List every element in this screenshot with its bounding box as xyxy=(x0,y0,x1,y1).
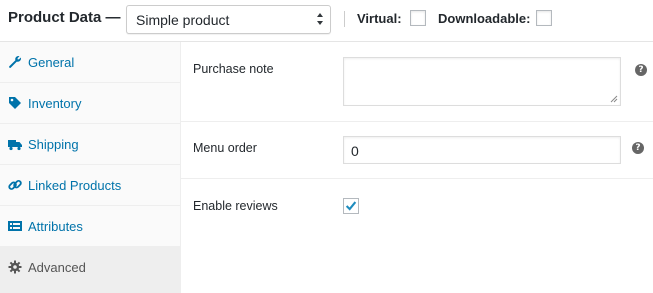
tab-inventory[interactable]: Inventory xyxy=(0,83,180,124)
tab-attributes-label: Attributes xyxy=(28,219,83,234)
product-data-title: Product Data — xyxy=(8,9,121,26)
list-icon xyxy=(8,221,22,231)
product-type-value: Simple product xyxy=(136,12,230,28)
downloadable-checkbox[interactable] xyxy=(536,10,552,26)
menu-order-label: Menu order xyxy=(193,141,257,155)
product-data-tabs: General Inventory Shipping Linked Produc… xyxy=(0,42,181,293)
tab-linked-products[interactable]: Linked Products xyxy=(0,165,180,206)
tab-general[interactable]: General xyxy=(0,42,180,83)
gear-icon xyxy=(8,260,22,274)
row-divider xyxy=(181,178,653,179)
select-arrows-icon xyxy=(317,13,323,25)
tab-shipping-label: Shipping xyxy=(28,137,79,152)
tab-shipping[interactable]: Shipping xyxy=(0,124,180,165)
menu-order-value: 0 xyxy=(351,143,359,159)
product-type-select[interactable]: Simple product xyxy=(126,5,331,34)
virtual-label: Virtual: xyxy=(357,11,402,26)
tab-linked-products-label: Linked Products xyxy=(28,178,122,193)
tab-general-label: General xyxy=(28,55,75,70)
menu-order-input[interactable]: 0 xyxy=(343,136,621,164)
purchase-note-help-icon[interactable]: ? xyxy=(635,64,647,76)
truck-icon xyxy=(8,140,22,151)
tab-attributes[interactable]: Attributes xyxy=(0,206,180,247)
tag-icon xyxy=(9,97,21,109)
purchase-note-label: Purchase note xyxy=(193,62,274,76)
header-divider xyxy=(344,11,345,27)
enable-reviews-checkbox[interactable] xyxy=(343,198,359,214)
virtual-checkbox[interactable] xyxy=(410,10,426,26)
purchase-note-textarea[interactable] xyxy=(343,57,621,106)
product-data-header: Product Data — Simple product Virtual: D… xyxy=(0,0,653,42)
downloadable-label: Downloadable: xyxy=(438,11,531,26)
enable-reviews-label: Enable reviews xyxy=(193,199,278,213)
tab-advanced[interactable]: Advanced xyxy=(0,247,180,293)
tab-advanced-label: Advanced xyxy=(28,260,86,275)
tab-inventory-label: Inventory xyxy=(28,96,82,111)
row-divider xyxy=(181,121,653,122)
checkmark-icon xyxy=(345,201,357,211)
wrench-icon xyxy=(9,56,21,68)
menu-order-help-icon[interactable]: ? xyxy=(632,142,644,154)
link-icon xyxy=(8,179,22,190)
resize-handle-icon[interactable] xyxy=(610,95,618,103)
